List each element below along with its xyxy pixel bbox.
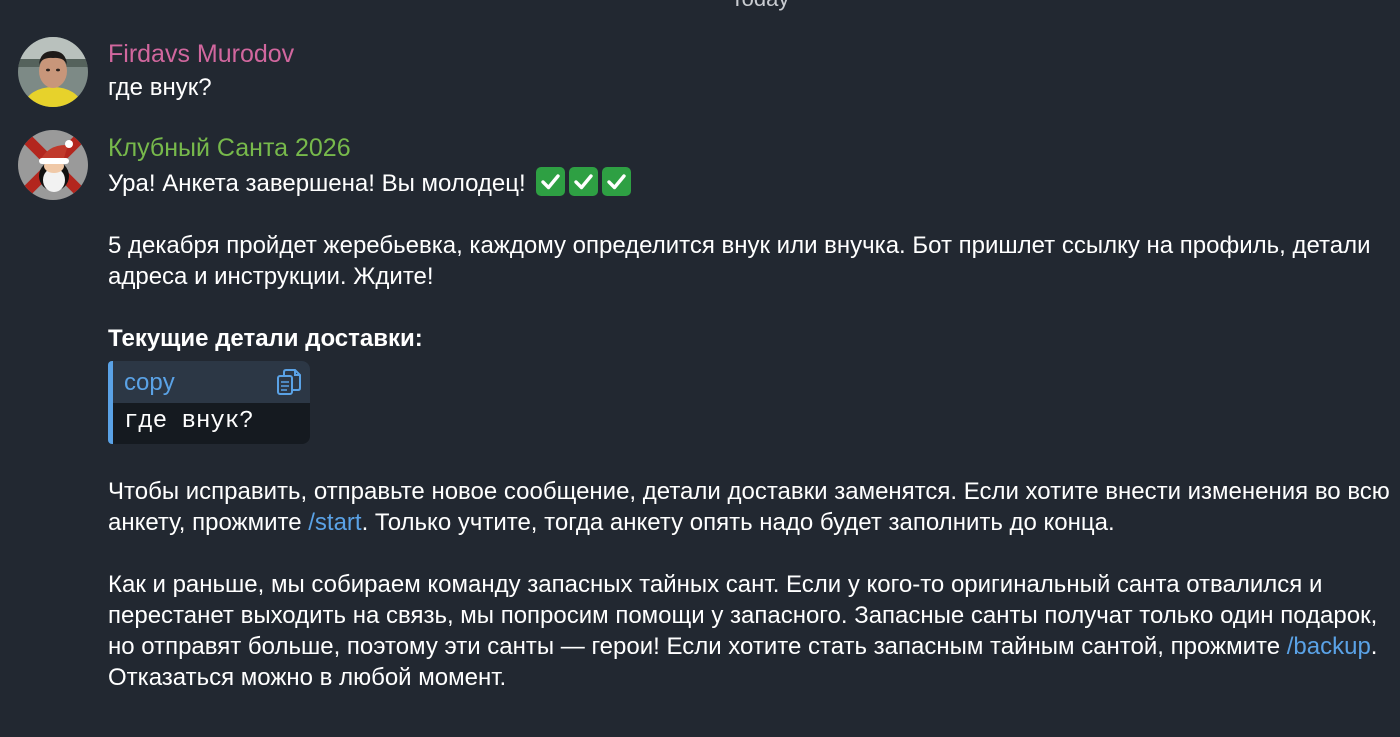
copy-label[interactable]: copy — [124, 367, 175, 398]
delivery-heading: Текущие детали доставки: — [108, 325, 423, 352]
intro-line: Ура! Анкета завершена! Вы молодец! — [108, 167, 1393, 199]
user-photo — [18, 37, 88, 107]
backup-santa-text: Как и раньше, мы собираем команду запасн… — [108, 571, 1378, 660]
edit-instructions-paragraph: Чтобы исправить, отправьте новое сообщен… — [108, 476, 1393, 538]
santa-avatar — [18, 130, 88, 200]
code-block[interactable]: copy где внук? — [108, 361, 310, 444]
copy-icon[interactable] — [276, 368, 302, 404]
edit-instructions-text-end: . Только учтите, тогда анкету опять надо… — [361, 509, 1115, 536]
message-text: где внук? — [108, 74, 212, 101]
message-body: Ура! Анкета завершена! Вы молодец! 5 дек… — [108, 167, 1393, 693]
avatar[interactable] — [18, 130, 88, 200]
check-mark-emoji-icon — [569, 167, 599, 196]
check-mark-emoji-icon — [536, 167, 566, 196]
intro-text: Ура! Анкета завершена! Вы молодец! — [108, 170, 526, 197]
code-block-header: copy — [113, 361, 310, 403]
date-separator: Today — [0, 0, 1400, 12]
code-block-wrapper: copy где внук? — [108, 354, 1393, 457]
avatar[interactable] — [18, 37, 88, 107]
draw-info-paragraph: 5 декабря пройдет жеребьевка, каждому оп… — [108, 232, 1371, 290]
sender-name[interactable]: Firdavs Murodov — [108, 39, 1393, 69]
code-content: где внук? — [124, 408, 254, 435]
start-command-link[interactable]: /start — [308, 509, 361, 536]
sender-name[interactable]: Клубный Санта 2026 — [108, 133, 1393, 163]
backup-command-link[interactable]: /backup — [1287, 633, 1371, 660]
check-mark-emoji-icon — [602, 167, 632, 196]
backup-santa-paragraph: Как и раньше, мы собираем команду запасн… — [108, 569, 1393, 693]
